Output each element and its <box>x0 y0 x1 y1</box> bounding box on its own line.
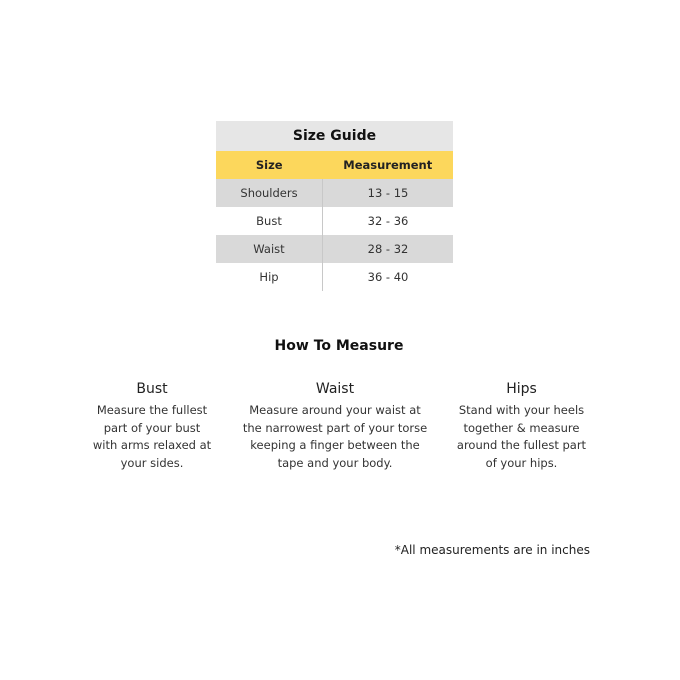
guide-heading: Waist <box>315 381 355 397</box>
table-row: Hip 36 - 40 <box>216 263 453 291</box>
table-row: Shoulders 13 - 15 <box>216 179 453 207</box>
measure-guide-bust: Bust Measure the fullest part of your bu… <box>91 380 213 472</box>
table-row: Waist 28 - 32 <box>216 235 453 263</box>
row-measurement-cell: 36 - 40 <box>367 270 409 284</box>
measure-guide-waist: Waist Measure around your waist at the n… <box>242 380 428 472</box>
row-measurement-cell: 13 - 15 <box>322 179 453 207</box>
guide-text: Measure around your waist at the narrowe… <box>242 403 428 470</box>
row-measurement-cell: 32 - 36 <box>367 214 409 228</box>
size-guide-header-row: Size Measurement <box>216 151 453 179</box>
size-guide-table: Size Guide Size Measurement Shoulders 13… <box>216 121 453 291</box>
row-measurement-cell: 28 - 32 <box>322 235 453 263</box>
column-header-size: Size <box>216 151 323 179</box>
row-size-cell: Hip <box>216 263 323 291</box>
size-guide-title: Size Guide <box>216 121 453 151</box>
guide-heading: Hips <box>506 381 537 397</box>
measure-guide-hips: Hips Stand with your heels together & me… <box>454 380 589 472</box>
row-size-cell: Shoulders <box>216 179 323 207</box>
guide-text: Measure the fullest part of your bust wi… <box>92 403 212 470</box>
column-header-measurement: Measurement <box>322 151 453 179</box>
table-row: Bust 32 - 36 <box>216 207 453 235</box>
how-to-measure-title: How To Measure <box>274 338 404 354</box>
size-guide-title-row: Size Guide <box>216 121 453 151</box>
row-size-cell: Waist <box>216 235 323 263</box>
footnote: *All measurements are in inches <box>394 543 590 557</box>
guide-text: Stand with your heels together & measure… <box>456 403 587 470</box>
guide-heading: Bust <box>136 381 168 397</box>
row-size-cell: Bust <box>216 207 323 235</box>
